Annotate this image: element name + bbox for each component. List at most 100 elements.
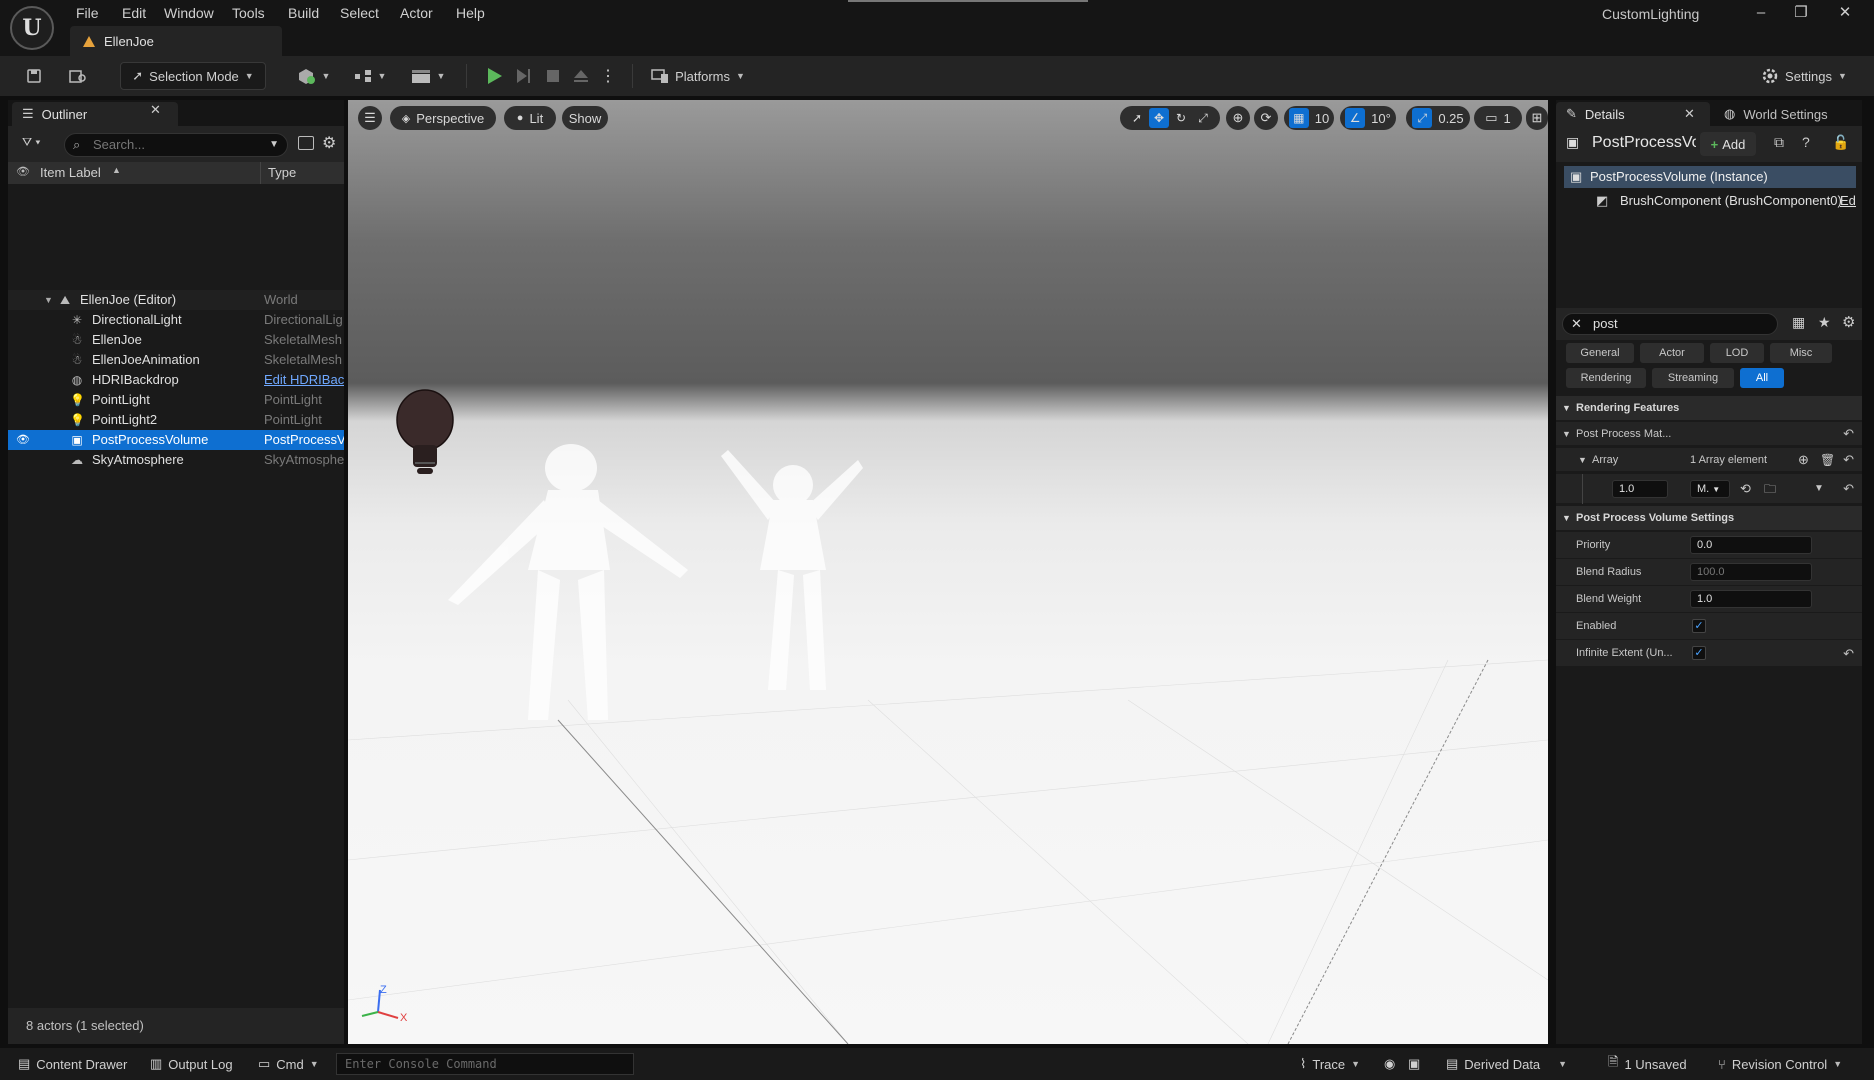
prop-post-process-materials[interactable]: ▼ Post Process Mat... ↶ [1556, 422, 1862, 446]
menu-edit[interactable]: Edit [118, 2, 150, 24]
scale-snap-toggle[interactable]: ⤢ 0.25 [1406, 106, 1470, 130]
play-button[interactable] [480, 62, 508, 90]
menu-file[interactable]: File [72, 2, 103, 24]
filter-icon[interactable]: ⛛ ▾ [22, 135, 40, 150]
add-actor-button[interactable]: ▼ [292, 62, 334, 90]
element-asset-dropdown[interactable]: M. ▼ [1690, 480, 1730, 498]
menu-tools[interactable]: Tools [228, 2, 269, 24]
expand-arrow-icon[interactable]: ▼ [44, 290, 53, 310]
translate-tool-icon[interactable]: ✥ [1149, 108, 1169, 128]
outliner-row[interactable]: ☃ EllenJoe SkeletalMesh [8, 330, 344, 350]
trace-dropdown[interactable]: ⌇ Trace ▼ [1300, 1052, 1360, 1076]
outliner-row[interactable]: 💡 PointLight PointLight [8, 390, 344, 410]
section-post-process-volume-settings[interactable]: ▼ Post Process Volume Settings [1556, 506, 1862, 530]
record-icon[interactable]: ◉ [1384, 1052, 1395, 1076]
edit-hdri-link[interactable]: Edit HDRIBacl [264, 370, 344, 390]
visibility-icon[interactable]: 👁 [16, 430, 30, 450]
lock-icon[interactable]: 🔓 [1832, 134, 1849, 151]
menu-build[interactable]: Build [284, 2, 323, 24]
step-button[interactable] [510, 62, 536, 90]
add-component-button[interactable]: + Add [1700, 132, 1756, 156]
minimize-button[interactable]: – [1746, 2, 1776, 24]
camera-speed-dropdown[interactable]: ▭ 1 [1474, 106, 1522, 130]
blueprint-icon[interactable]: ⧉ [1774, 134, 1784, 151]
clear-search-icon[interactable]: ✕ [1571, 314, 1582, 334]
priority-input[interactable]: 0.0 [1690, 536, 1812, 554]
save-icon[interactable] [20, 62, 48, 90]
details-search-input[interactable]: ✕ post [1562, 313, 1778, 335]
unreal-logo-icon[interactable]: U [10, 6, 54, 50]
chevron-down-icon[interactable]: ▼ [1814, 477, 1824, 501]
outliner-row[interactable]: 💡 PointLight2 PointLight [8, 410, 344, 430]
content-browse-icon[interactable] [64, 62, 92, 90]
viewport-menu-icon[interactable]: ☰ [358, 106, 382, 130]
lit-dropdown[interactable]: ● Lit [504, 106, 556, 130]
category-general[interactable]: General [1566, 343, 1634, 363]
category-all[interactable]: All [1740, 368, 1784, 388]
actor-name[interactable]: PostProcessVolume [1592, 134, 1696, 152]
grid-snap-toggle[interactable]: ▦ 10 [1284, 106, 1334, 130]
close-icon[interactable]: ✕ [150, 102, 161, 118]
cinematics-button[interactable]: ▼ [406, 62, 450, 90]
perspective-dropdown[interactable]: ◈ Perspective [390, 106, 496, 130]
trash-icon[interactable]: 🗑 [1820, 448, 1835, 472]
show-dropdown[interactable]: Show [562, 106, 608, 130]
menu-select[interactable]: Select [336, 2, 383, 24]
screenshot-icon[interactable]: ▣ [1408, 1052, 1420, 1076]
rotation-snap-toggle[interactable]: ∠ 10° [1340, 106, 1396, 130]
edit-component-link[interactable]: Edi [1840, 190, 1856, 212]
browse-asset-icon[interactable]: 🗀 [1764, 477, 1776, 501]
restore-button[interactable]: ❐ [1786, 2, 1816, 24]
cmd-dropdown[interactable]: ▭ Cmd ▼ [258, 1052, 319, 1076]
add-element-icon[interactable]: ⊕ [1798, 448, 1809, 472]
blend-radius-input[interactable]: 100.0 [1690, 563, 1812, 581]
select-tool-icon[interactable]: ➚ [1127, 108, 1147, 128]
blueprint-button[interactable]: ▼ [350, 62, 390, 90]
eject-button[interactable] [568, 62, 594, 90]
content-drawer-button[interactable]: ▤ Content Drawer [18, 1052, 127, 1076]
derived-data-dropdown[interactable]: ▤ Derived Data ▼ [1446, 1052, 1567, 1076]
column-item-label[interactable]: Item Label [40, 165, 101, 180]
reset-arrow-icon[interactable]: ↶ [1843, 640, 1854, 667]
reset-arrow-icon[interactable]: ↶ [1843, 422, 1854, 446]
reset-arrow-icon[interactable]: ↶ [1843, 477, 1854, 501]
outliner-row[interactable]: ☁ SkyAtmosphere SkyAtmosphe [8, 450, 344, 470]
selection-mode-dropdown[interactable]: ➚ Selection Mode ▼ [120, 62, 266, 90]
layout-icon[interactable]: ⊞ [1526, 106, 1548, 130]
platforms-dropdown[interactable]: Platforms ▼ [648, 62, 748, 90]
help-icon[interactable]: ? [1802, 134, 1810, 150]
gear-icon[interactable]: ⚙ [1842, 313, 1855, 331]
category-rendering[interactable]: Rendering [1566, 368, 1646, 388]
output-log-button[interactable]: ▥ Output Log [150, 1052, 233, 1076]
settings-dropdown[interactable]: Settings ▼ [1756, 62, 1852, 90]
menu-actor[interactable]: Actor [396, 2, 437, 24]
close-icon[interactable]: ✕ [1684, 106, 1695, 122]
unsaved-button[interactable]: 🗎 1 Unsaved [1608, 1052, 1687, 1076]
table-view-icon[interactable]: ▦ [1792, 314, 1805, 331]
menu-help[interactable]: Help [452, 2, 489, 24]
element-weight-input[interactable]: 1.0 [1612, 480, 1668, 498]
outliner-tab[interactable]: ☰ Outliner ✕ [12, 102, 178, 126]
world-local-icon[interactable]: ⊕ [1226, 106, 1250, 130]
rotate-tool-icon[interactable]: ↻ [1171, 108, 1191, 128]
star-icon[interactable]: ★ [1818, 314, 1831, 331]
chevron-down-icon[interactable]: ▼ [269, 134, 279, 156]
reset-arrow-icon[interactable]: ↶ [1843, 448, 1854, 472]
column-type[interactable]: Type [268, 165, 296, 180]
menu-window[interactable]: Window [160, 2, 218, 24]
close-window-button[interactable]: ✕ [1830, 2, 1860, 24]
prop-array[interactable]: ▼ Array 1 Array element ⊕ 🗑 ↶ [1556, 448, 1862, 472]
category-misc[interactable]: Misc [1770, 343, 1832, 363]
outliner-row[interactable]: ◍ HDRIBackdrop Edit HDRIBacl [8, 370, 344, 390]
stop-button[interactable] [540, 62, 566, 90]
outliner-row[interactable]: ☃ EllenJoeAnimation SkeletalMesh [8, 350, 344, 370]
prop-array-element[interactable]: 1.0 M. ▼ ⟲ 🗀 ▼ ↶ [1556, 474, 1862, 504]
visibility-icon[interactable]: 👁 [16, 165, 30, 178]
enabled-checkbox[interactable]: ✓ [1692, 619, 1706, 633]
console-command-input[interactable]: Enter Console Command [336, 1053, 634, 1075]
infinite-extent-checkbox[interactable]: ✓ [1692, 646, 1706, 660]
world-settings-tab[interactable]: ◍ World Settings [1714, 102, 1828, 126]
blend-weight-input[interactable]: 1.0 [1690, 590, 1812, 608]
gear-icon[interactable]: ⚙ [322, 133, 336, 153]
surface-snap-icon[interactable]: ⟳ [1254, 106, 1278, 130]
